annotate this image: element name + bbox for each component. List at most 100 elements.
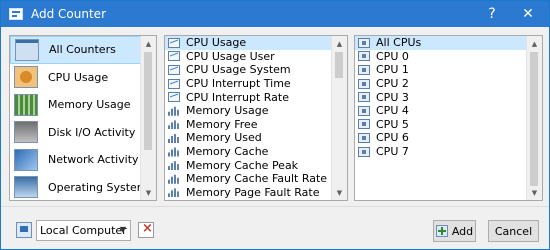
counter-label: CPU Usage	[186, 36, 247, 50]
scroll-up-arrow-icon[interactable]: ▲	[332, 36, 347, 51]
instance-item[interactable]: CPU 3	[355, 90, 542, 104]
instance-label: CPU 2	[376, 77, 409, 91]
cpu-icon	[358, 119, 370, 130]
category-label: All Counters	[49, 43, 116, 57]
bar-chart-icon	[168, 147, 179, 157]
scroll-thumb[interactable]	[530, 52, 538, 186]
cpu-icon	[358, 105, 370, 116]
bar-chart-icon	[168, 120, 179, 130]
category-label: Disk I/O Activity	[48, 125, 136, 139]
scroll-thumb[interactable]	[335, 52, 343, 78]
scroll-down-arrow-icon[interactable]: ▼	[332, 185, 347, 200]
instance-list[interactable]: All CPUs CPU 0 CPU 1 CPU 2 CPU 3 CPU 4 CPU 5 CP…	[354, 35, 543, 201]
instance-item[interactable]: CPU 5	[355, 118, 542, 132]
scroll-up-arrow-icon[interactable]: ▲	[527, 36, 542, 51]
bar-chart-icon	[168, 188, 179, 198]
counter-label: Memory Cache	[186, 145, 269, 159]
instance-item[interactable]: CPU 7	[355, 145, 542, 159]
memory-icon	[14, 93, 38, 116]
instance-item[interactable]: All CPUs	[355, 36, 542, 50]
line-chart-icon	[168, 51, 180, 62]
cpu-icon	[358, 146, 370, 157]
scroll-down-arrow-icon[interactable]: ▼	[527, 185, 542, 200]
counter-item[interactable]: CPU Interrupt Rate	[165, 90, 347, 104]
category-item[interactable]: Operating System	[10, 174, 156, 201]
counter-label: CPU Usage User	[186, 49, 275, 63]
counter-item[interactable]: Memory Free	[165, 118, 347, 132]
counter-item[interactable]: Memory Cache	[165, 145, 347, 159]
counter-item[interactable]: CPU Interrupt Time	[165, 77, 347, 91]
instance-item[interactable]: CPU 4	[355, 104, 542, 118]
add-counter-dialog: Add Counter ? ✕ All Counters CPU Usage Mem…	[0, 0, 550, 250]
counter-label: CPU Interrupt Time	[186, 77, 291, 91]
counter-label: Memory Cache Fault Rate	[186, 172, 328, 186]
instance-item[interactable]: CPU 6	[355, 131, 542, 145]
line-chart-icon	[168, 78, 180, 89]
title-bar: Add Counter ? ✕	[1, 1, 549, 27]
counter-label: CPU Interrupt Rate	[186, 90, 289, 104]
category-list[interactable]: All Counters CPU Usage Memory Usage Disk I/…	[9, 35, 157, 201]
cpu-icon	[358, 64, 370, 75]
category-item[interactable]: Disk I/O Activity	[10, 119, 156, 147]
counter-item[interactable]: Memory Cache Fault Rate	[165, 172, 347, 186]
close-button[interactable]: ✕	[513, 1, 543, 27]
instance-label: CPU 5	[376, 117, 409, 131]
category-scrollbar[interactable]: ▲ ▼	[140, 36, 156, 200]
cpu-icon	[358, 51, 370, 62]
category-item[interactable]: Network Activity	[10, 146, 156, 174]
counter-item[interactable]: CPU Usage	[165, 36, 347, 50]
bar-chart-icon	[168, 174, 179, 184]
counter-item[interactable]: Memory Used	[165, 131, 347, 145]
counter-label: Memory Page Fault Rate	[186, 185, 320, 199]
line-chart-icon	[168, 92, 180, 103]
bar-chart-icon	[168, 133, 179, 143]
os-icon	[14, 176, 38, 199]
cpu-icon	[358, 92, 370, 103]
window-title: Add Counter	[31, 7, 106, 21]
computer-select[interactable]: Local Computer ▼	[36, 220, 131, 241]
category-label: Network Activity	[48, 153, 139, 167]
category-label: CPU Usage	[48, 70, 109, 84]
footer-divider	[1, 206, 549, 207]
remove-computer-icon[interactable]	[138, 221, 154, 238]
category-item[interactable]: All Counters	[10, 36, 156, 64]
instance-item[interactable]: CPU 0	[355, 50, 542, 64]
cpu-icon	[358, 37, 370, 48]
counter-item[interactable]: CPU Usage User	[165, 50, 347, 64]
scroll-up-arrow-icon[interactable]: ▲	[141, 36, 156, 51]
counter-item[interactable]: Memory Page Fault Rate	[165, 186, 347, 200]
chevron-down-icon[interactable]: ▼	[120, 225, 126, 234]
counter-scrollbar[interactable]: ▲ ▼	[331, 36, 347, 200]
instance-label: CPU 3	[376, 90, 409, 104]
line-chart-icon	[168, 37, 180, 48]
instance-label: CPU 4	[376, 104, 409, 118]
computer-icon	[16, 222, 32, 238]
counter-item[interactable]: Memory Usage	[165, 104, 347, 118]
instance-scrollbar[interactable]: ▲ ▼	[526, 36, 542, 200]
computer-select-value: Local Computer	[40, 224, 127, 237]
instance-label: All CPUs	[376, 36, 422, 50]
instance-item[interactable]: CPU 2	[355, 77, 542, 91]
cpu-icon	[358, 78, 370, 89]
scroll-thumb[interactable]	[144, 52, 152, 150]
counter-list[interactable]: CPU Usage CPU Usage User CPU Usage System C…	[164, 35, 348, 201]
instance-label: CPU 6	[376, 131, 409, 145]
cancel-button[interactable]: Cancel	[488, 220, 539, 242]
counter-label: Memory Free	[186, 117, 258, 131]
counter-item[interactable]: Memory Cache Peak	[165, 158, 347, 172]
counter-item[interactable]: CPU Usage System	[165, 63, 347, 77]
instance-label: CPU 1	[376, 63, 409, 77]
cancel-button-label: Cancel	[494, 224, 533, 238]
network-icon	[14, 148, 38, 171]
scroll-down-arrow-icon[interactable]: ▼	[141, 185, 156, 200]
category-item[interactable]: CPU Usage	[10, 64, 156, 92]
counter-label: CPU Usage System	[186, 63, 291, 77]
category-label: Operating System	[48, 180, 148, 194]
category-item[interactable]: Memory Usage	[10, 91, 156, 119]
help-button[interactable]: ?	[477, 1, 507, 27]
add-plus-icon	[435, 225, 448, 237]
instance-item[interactable]: CPU 1	[355, 63, 542, 77]
add-button[interactable]: Add	[433, 220, 476, 242]
instance-label: CPU 7	[376, 145, 409, 159]
add-button-label: Add	[451, 224, 474, 238]
